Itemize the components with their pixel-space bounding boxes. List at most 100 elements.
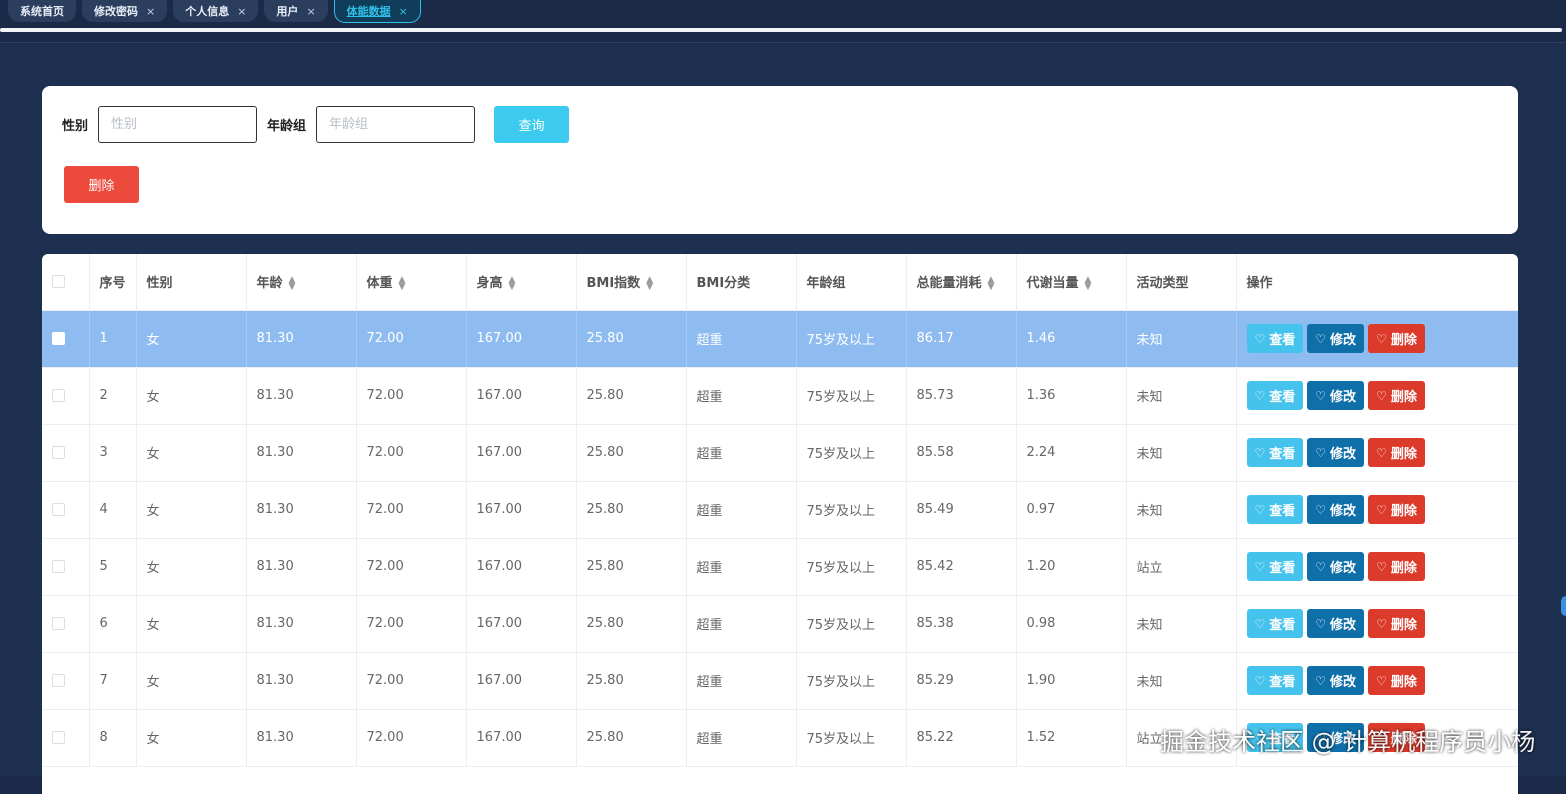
table-cell: 女 (136, 538, 247, 596)
view-button[interactable]: ♡ 查看 (1246, 438, 1304, 467)
table-cell: 75岁及以上 (796, 595, 907, 653)
column-header-label: 序号 (99, 276, 126, 292)
heart-icon: ♡ (1254, 559, 1266, 574)
column-header: 序号 (89, 254, 137, 311)
tab-bar: 系统首页 修改密码 × 个人信息 × 用户 × 体能数据 × (0, 0, 1566, 26)
actions-cell: ♡ 查看 ♡ 修改 ♡ 删除 (1236, 481, 1518, 539)
sort-icon[interactable]: ▲ ▼ (646, 275, 653, 291)
table-cell: 25.80 (576, 310, 687, 368)
query-button[interactable]: 查询 (494, 106, 570, 143)
select-all-checkbox[interactable] (52, 275, 65, 289)
table-cell: 85.73 (906, 367, 1017, 425)
row-checkbox[interactable] (52, 446, 65, 459)
column-header[interactable]: 身高 ▲ ▼ (466, 254, 577, 311)
view-button[interactable]: ♡ 查看 (1246, 495, 1304, 524)
table-cell: 超重 (686, 367, 797, 425)
column-header-label: 总能量消耗 (916, 276, 982, 292)
tab-4[interactable]: 体能数据 × (333, 0, 421, 23)
row-checkbox[interactable] (52, 617, 65, 630)
row-checkbox[interactable] (52, 389, 65, 402)
view-button[interactable]: ♡ 查看 (1246, 324, 1304, 353)
table-cell: 72.00 (356, 424, 467, 482)
gender-input[interactable] (98, 106, 258, 143)
heart-icon: ♡ (1376, 673, 1387, 688)
edit-button[interactable]: ♡ 修改 (1307, 609, 1365, 638)
delete-button[interactable]: ♡ 删除 (1368, 324, 1425, 353)
bulk-delete-button[interactable]: 删除 (64, 166, 139, 203)
table-row[interactable]: 1 女 81.30 72.00 167.00 25.80 超重 75岁及以上 86.17 1.46… (42, 310, 1518, 368)
tab-label: 修改密码 (94, 5, 138, 18)
column-header[interactable]: 代谢当量 ▲ ▼ (1016, 254, 1127, 311)
table-row[interactable]: 5 女 81.30 72.00 167.00 25.80 超重 75岁及以上 85.42 1.20… (42, 538, 1518, 596)
delete-button[interactable]: ♡ 删除 (1368, 552, 1425, 581)
table-row[interactable]: 4 女 81.30 72.00 167.00 25.80 超重 75岁及以上 85.49 0.97… (42, 481, 1518, 539)
column-header-label: 年龄组 (806, 276, 846, 292)
table-cell: 72.00 (356, 481, 467, 539)
tab-1[interactable]: 修改密码 × (82, 0, 168, 22)
delete-button[interactable]: ♡ 删除 (1368, 438, 1425, 467)
table-cell: 81.30 (246, 538, 357, 596)
delete-button[interactable]: ♡ 删除 (1368, 666, 1425, 695)
edit-button[interactable]: ♡ 修改 (1307, 438, 1365, 467)
row-checkbox[interactable] (52, 560, 65, 573)
row-checkbox[interactable] (52, 332, 65, 345)
table-row[interactable]: 3 女 81.30 72.00 167.00 25.80 超重 75岁及以上 85.58 2.24… (42, 424, 1518, 482)
delete-button[interactable]: ♡ 删除 (1368, 381, 1425, 410)
table-cell: 未知 (1126, 424, 1237, 482)
edit-button[interactable]: ♡ 修改 (1307, 381, 1365, 410)
view-button[interactable]: ♡ 查看 (1246, 666, 1304, 695)
column-header[interactable]: BMI指数 ▲ ▼ (576, 254, 687, 311)
close-icon[interactable]: × (146, 5, 155, 18)
table-row[interactable]: 2 女 81.30 72.00 167.00 25.80 超重 75岁及以上 85.73 1.36… (42, 367, 1518, 425)
sort-icon[interactable]: ▲ ▼ (289, 275, 296, 291)
table-cell: 167.00 (466, 538, 577, 596)
column-header[interactable]: 体重 ▲ ▼ (356, 254, 467, 311)
table-cell: 75岁及以上 (796, 481, 907, 539)
agegroup-input[interactable] (316, 106, 476, 143)
sort-icon[interactable]: ▲ ▼ (399, 275, 406, 291)
heart-icon: ♡ (1254, 616, 1266, 631)
table-cell: 75岁及以上 (796, 310, 907, 368)
search-panel: 性别 年龄组 查询 删除 (42, 86, 1518, 234)
delete-button[interactable]: ♡ 删除 (1368, 609, 1425, 638)
table-cell: 167.00 (466, 652, 577, 710)
sort-icon[interactable]: ▲ ▼ (509, 275, 516, 291)
row-checkbox[interactable] (52, 503, 65, 516)
close-icon[interactable]: × (399, 5, 408, 18)
table-cell: 1 (89, 310, 137, 368)
row-checkbox[interactable] (52, 731, 65, 744)
table-cell: 81.30 (246, 481, 357, 539)
edit-button[interactable]: ♡ 修改 (1307, 324, 1365, 353)
table-row[interactable]: 7 女 81.30 72.00 167.00 25.80 超重 75岁及以上 85.29 1.90… (42, 652, 1518, 710)
table-cell: 25.80 (576, 367, 687, 425)
table-cell: 25.80 (576, 481, 687, 539)
tab-2[interactable]: 个人信息 × (173, 0, 259, 22)
tab-0[interactable]: 系统首页 (8, 0, 76, 22)
close-icon[interactable]: × (306, 5, 315, 18)
edit-button[interactable]: ♡ 修改 (1307, 666, 1365, 695)
table-cell: 2 (89, 367, 137, 425)
close-icon[interactable]: × (237, 5, 246, 18)
heart-icon: ♡ (1254, 445, 1266, 460)
table-cell: 站立 (1126, 538, 1237, 596)
scroll-indicator[interactable] (1561, 596, 1566, 616)
table-cell: 75岁及以上 (796, 652, 907, 710)
table-cell: 超重 (686, 652, 797, 710)
delete-button[interactable]: ♡ 删除 (1368, 495, 1425, 524)
view-button[interactable]: ♡ 查看 (1246, 381, 1304, 410)
heart-icon: ♡ (1376, 559, 1387, 574)
column-header[interactable]: 总能量消耗 ▲ ▼ (906, 254, 1017, 311)
view-button[interactable]: ♡ 查看 (1246, 609, 1304, 638)
select-all-cell (42, 254, 90, 311)
edit-button[interactable]: ♡ 修改 (1307, 495, 1365, 524)
sort-icon[interactable]: ▲ ▼ (1085, 275, 1092, 291)
row-checkbox[interactable] (52, 674, 65, 687)
column-header[interactable]: 年龄 ▲ ▼ (246, 254, 357, 311)
table-cell: 超重 (686, 481, 797, 539)
heart-icon: ♡ (1376, 445, 1387, 460)
table-row[interactable]: 6 女 81.30 72.00 167.00 25.80 超重 75岁及以上 85.38 0.98… (42, 595, 1518, 653)
view-button[interactable]: ♡ 查看 (1246, 552, 1304, 581)
edit-button[interactable]: ♡ 修改 (1307, 552, 1365, 581)
sort-icon[interactable]: ▲ ▼ (988, 275, 995, 291)
tab-3[interactable]: 用户 × (264, 0, 328, 22)
